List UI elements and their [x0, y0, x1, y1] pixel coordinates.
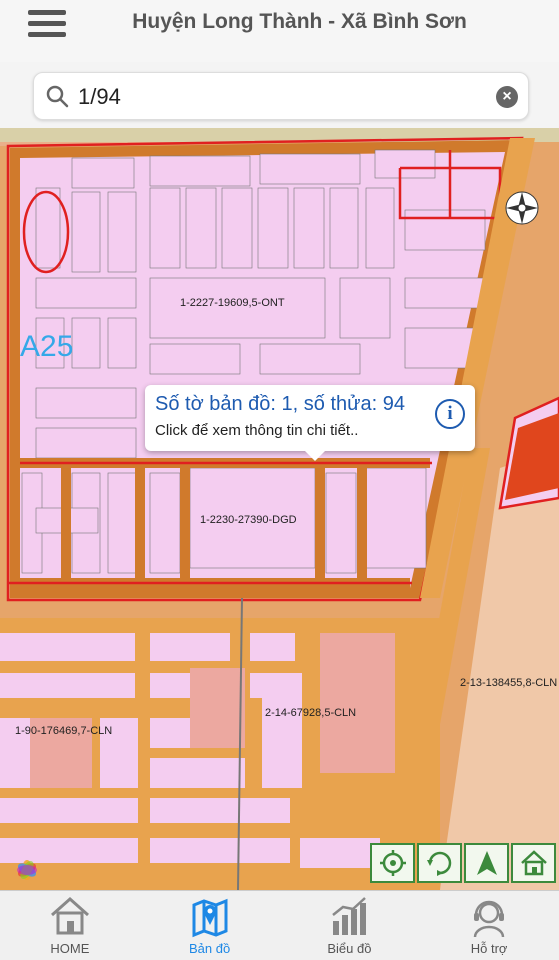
nav-label: Hỗ trợ: [470, 941, 508, 956]
info-icon[interactable]: i: [435, 399, 465, 429]
parcel-popup[interactable]: Số tờ bản đồ: 1, số thửa: 94 Click để xe…: [145, 385, 475, 461]
compass-icon: [505, 191, 539, 225]
parcel-label: 2-14-67928,5-CLN: [265, 707, 356, 719]
map-canvas[interactable]: 1-2227-19609,5-ONT 1-2230-27390-DGD 2-13…: [0, 128, 559, 890]
app-header: Huyện Long Thành - Xã Bình Sơn: [0, 0, 559, 62]
north-arrow-icon: [476, 851, 497, 875]
north-button[interactable]: [464, 843, 509, 883]
map-icon: [192, 898, 228, 938]
map-view[interactable]: 1-2227-19609,5-ONT 1-2230-27390-DGD 2-13…: [0, 128, 559, 890]
photos-icon[interactable]: [12, 855, 42, 885]
parcel-label: 1-2230-27390-DGD: [200, 514, 297, 526]
popup-subtitle: Click để xem thông tin chi tiết..: [155, 422, 359, 439]
rotate-icon: [426, 851, 451, 876]
search-bar[interactable]: ×: [33, 72, 529, 120]
locate-button[interactable]: [370, 843, 415, 883]
block-label: A25: [20, 330, 74, 363]
home-icon: [50, 896, 89, 935]
nav-map[interactable]: Bản đồ: [140, 891, 280, 960]
popup-title: Số tờ bản đồ: 1, số thửa: 94: [155, 393, 405, 415]
locate-icon: [379, 850, 406, 876]
parcel-label: 1-90-176469,7-CLN: [15, 725, 112, 737]
parcel-label: 1-2227-19609,5-ONT: [180, 297, 285, 309]
clear-icon[interactable]: ×: [496, 86, 518, 108]
support-icon: [473, 900, 505, 938]
parcel-label: 2-13-138455,8-CLN: [460, 677, 557, 689]
search-icon: [46, 85, 69, 108]
home-icon: [520, 850, 547, 876]
nav-label: Biểu đồ: [327, 941, 372, 956]
search-input[interactable]: [78, 79, 478, 115]
nav-label: Bản đồ: [189, 941, 231, 956]
nav-home[interactable]: HOME: [0, 891, 140, 960]
rotate-button[interactable]: [417, 843, 462, 883]
nav-label: HOME: [50, 941, 90, 956]
nav-support[interactable]: Hỗ trợ: [419, 891, 559, 960]
nav-chart[interactable]: Biểu đồ: [280, 891, 420, 960]
home-map-button[interactable]: [511, 843, 556, 883]
bottom-nav: HOME Bản đồ Biểu đồ Hỗ trợ: [0, 890, 559, 960]
chart-icon: [332, 897, 367, 935]
page-title: Huyện Long Thành - Xã Bình Sơn: [132, 10, 467, 33]
map-toolbar: [370, 843, 558, 885]
